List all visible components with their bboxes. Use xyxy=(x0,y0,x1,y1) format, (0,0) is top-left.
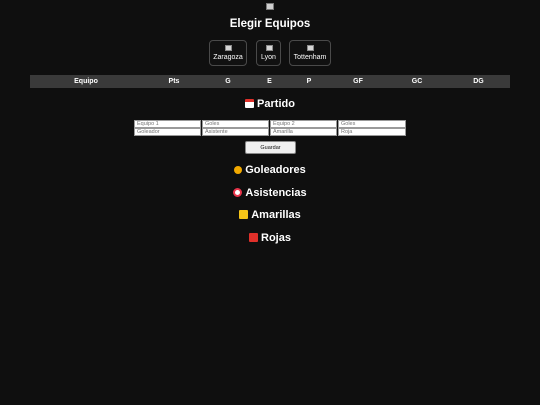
team-label: Tottenham xyxy=(293,54,327,61)
goals2-input[interactable] xyxy=(338,120,406,128)
yellow-square-icon xyxy=(239,210,249,219)
column-header-lost: P xyxy=(306,78,312,85)
yellows-section-title: Amarillas xyxy=(0,209,540,221)
team-button-zaragoza[interactable]: Zaragoza xyxy=(209,40,247,66)
logo-image xyxy=(266,3,274,10)
yellow-card-input[interactable] xyxy=(270,128,337,136)
column-header-drawn: E xyxy=(267,78,272,85)
save-match-button[interactable]: Guardar Partido xyxy=(245,141,296,162)
match-section-title: Partido xyxy=(0,98,540,110)
team-logo-icon xyxy=(225,45,232,51)
scorers-title-text: Goleadores xyxy=(245,164,306,176)
assists-section-title: Asistencias xyxy=(0,187,540,199)
page-title: Elegir Equipos xyxy=(229,18,311,30)
medal-icon xyxy=(234,166,243,174)
scorers-section-title: Goleadores xyxy=(0,164,540,176)
column-header-goals-against: GC xyxy=(411,78,423,85)
reds-section-title: Rojas xyxy=(0,232,540,244)
goals1-input[interactable] xyxy=(202,120,269,128)
column-header-won: G xyxy=(225,78,231,85)
assist-input[interactable] xyxy=(202,128,269,136)
red-square-icon xyxy=(249,233,259,242)
column-header-goals-for: GF xyxy=(353,78,363,85)
column-header-goal-difference: DG xyxy=(473,78,484,85)
red-card-input[interactable] xyxy=(338,128,406,136)
match-title-text: Partido xyxy=(257,98,295,110)
team2-input[interactable] xyxy=(270,120,337,128)
team-label: Lyon xyxy=(261,54,276,61)
column-header-team: Equipo xyxy=(74,78,98,85)
team-logo-icon xyxy=(307,45,314,51)
team-label: Zaragoza xyxy=(213,54,243,61)
standings-table-header: Equipo Pts G E P GF GC DG xyxy=(30,75,510,88)
column-header-points: Pts xyxy=(168,78,180,85)
assists-title-text: Asistencias xyxy=(245,187,307,199)
calendar-icon xyxy=(245,99,255,108)
yellows-title-text: Amarillas xyxy=(251,209,301,221)
team-button-tottenham[interactable]: Tottenham xyxy=(289,40,331,66)
team-logo-icon xyxy=(265,45,273,51)
team-button-lyon[interactable]: Lyon xyxy=(256,40,281,66)
team1-input[interactable] xyxy=(134,120,201,128)
target-icon xyxy=(233,188,243,197)
reds-title-text: Rojas xyxy=(261,232,291,244)
scorer-input[interactable] xyxy=(134,128,201,136)
